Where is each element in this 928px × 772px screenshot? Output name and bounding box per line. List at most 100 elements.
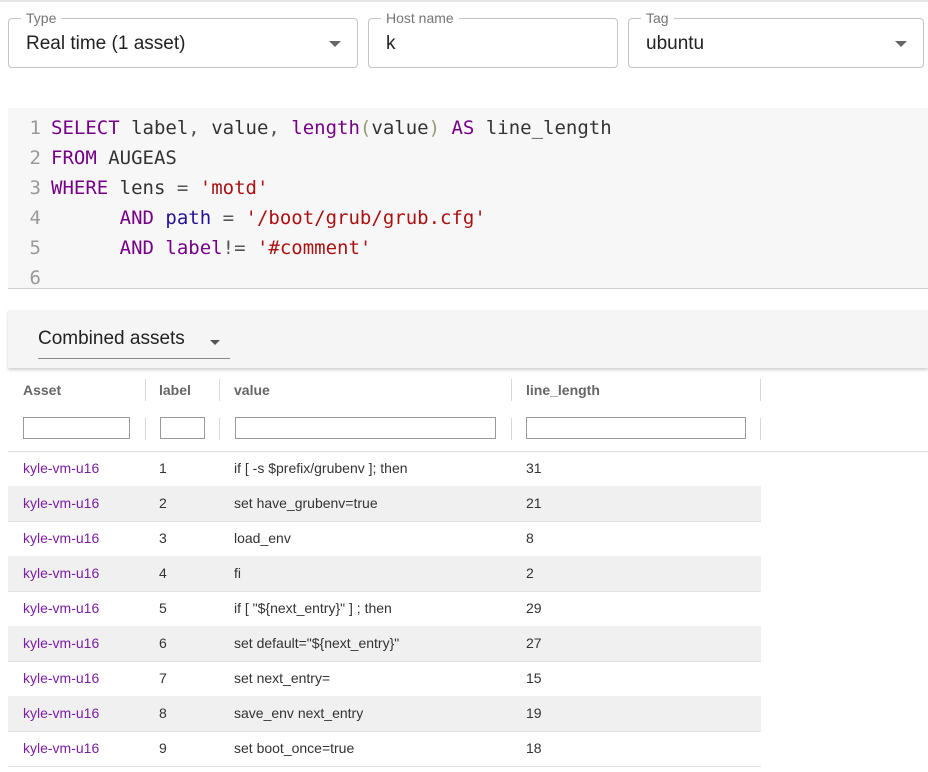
- code-token: (: [359, 117, 372, 139]
- line-number: 3: [29, 177, 41, 199]
- cell-line-length: 8: [526, 530, 534, 546]
- code-line[interactable]: 3 WHERE lens = 'motd': [8, 173, 928, 203]
- cell-asset[interactable]: kyle-vm-u16: [23, 486, 99, 520]
- cell-line-length: 21: [526, 495, 542, 511]
- code-token: path: [165, 207, 212, 229]
- code-token: ,: [188, 117, 212, 139]
- code-token: value: [211, 117, 269, 139]
- table-row[interactable]: kyle-vm-u16 5 if [ "${next_entry}" ] ; the…: [8, 591, 761, 627]
- column-header-line-length[interactable]: line_length: [526, 372, 600, 408]
- code-text: FROM AUGEAS: [51, 143, 177, 173]
- code-token: =: [176, 177, 189, 199]
- cell-line-length: 27: [526, 635, 542, 651]
- code-token: length: [291, 117, 360, 139]
- type-value: Real time (1 asset): [26, 33, 186, 54]
- filter-input-line-length[interactable]: [526, 417, 746, 439]
- cell-asset[interactable]: kyle-vm-u16: [23, 696, 99, 730]
- table-row[interactable]: kyle-vm-u16 8 save_env next_entry 19: [8, 696, 761, 732]
- code-line[interactable]: 2 FROM AUGEAS: [8, 143, 928, 173]
- tag-select[interactable]: Tag ubuntu: [628, 10, 924, 68]
- cell-value: if [ "${next_entry}" ] ; then: [234, 600, 392, 616]
- filter-input-asset[interactable]: [23, 417, 130, 439]
- column-divider: [219, 418, 220, 440]
- code-token: lens: [108, 177, 177, 199]
- table-row[interactable]: kyle-vm-u16 9 set boot_once=true 18: [8, 731, 761, 767]
- code-line[interactable]: 6: [8, 263, 928, 289]
- line-number: 5: [29, 237, 41, 259]
- tag-label: Tag: [641, 10, 674, 26]
- column-divider[interactable]: [760, 379, 761, 401]
- column-divider: [145, 418, 146, 440]
- code-token: '#comment': [256, 237, 372, 259]
- code-token: AUGEAS: [96, 147, 177, 169]
- column-header-label[interactable]: label: [159, 372, 191, 408]
- cell-value: save_env next_entry: [234, 705, 364, 721]
- code-text: AND path = '/boot/grub/grub.cfg': [51, 203, 486, 233]
- chevron-down-icon[interactable]: [895, 41, 907, 47]
- cell-asset[interactable]: kyle-vm-u16: [23, 591, 99, 625]
- table-row[interactable]: kyle-vm-u16 3 load_env 8: [8, 521, 761, 557]
- host-name-field[interactable]: Host name k: [368, 10, 618, 68]
- code-token: =: [222, 207, 235, 229]
- code-token: value: [371, 117, 429, 139]
- column-header-value[interactable]: value: [234, 372, 270, 408]
- table-row[interactable]: kyle-vm-u16 7 set next_entry= 15: [8, 661, 761, 697]
- cell-asset[interactable]: kyle-vm-u16: [23, 451, 99, 485]
- column-divider[interactable]: [511, 379, 512, 401]
- code-line[interactable]: 1 SELECT label, value, length(value) AS l…: [8, 113, 928, 143]
- column-divider[interactable]: [145, 379, 146, 401]
- code-token: AND: [119, 207, 154, 229]
- asset-scope-select[interactable]: Combined assets: [38, 326, 230, 359]
- chevron-down-icon[interactable]: [210, 340, 220, 345]
- table-row[interactable]: kyle-vm-u16 2 set have_grubenv=true 21: [8, 486, 761, 522]
- chevron-down-icon[interactable]: [329, 41, 341, 47]
- cell-value: fi: [234, 565, 241, 581]
- column-header-asset[interactable]: Asset: [23, 372, 61, 408]
- sql-editor[interactable]: 1 SELECT label, value, length(value) AS l…: [8, 108, 928, 289]
- code-token: FROM: [51, 147, 97, 169]
- column-divider: [511, 418, 512, 440]
- filter-input-label[interactable]: [160, 417, 205, 439]
- cell-asset[interactable]: kyle-vm-u16: [23, 521, 99, 555]
- code-token: !=: [222, 237, 246, 259]
- cell-value: set have_grubenv=true: [234, 495, 378, 511]
- cell-value: set boot_once=true: [234, 740, 355, 756]
- column-filter-row: [8, 408, 928, 452]
- cell-label: 8: [159, 705, 167, 721]
- cell-line-length: 2: [526, 565, 534, 581]
- code-line[interactable]: 5 AND label!= '#comment': [8, 233, 928, 263]
- cell-asset[interactable]: kyle-vm-u16: [23, 661, 99, 695]
- column-divider[interactable]: [219, 379, 220, 401]
- line-number: 6: [29, 267, 41, 289]
- cell-value: set next_entry=: [234, 670, 331, 686]
- code-token: '/boot/grub/grub.cfg': [245, 207, 486, 229]
- cell-label: 9: [159, 740, 167, 756]
- cell-asset[interactable]: kyle-vm-u16: [23, 731, 99, 765]
- type-select[interactable]: Type Real time (1 asset): [8, 10, 358, 68]
- line-number: 2: [29, 147, 41, 169]
- code-token: ): [428, 117, 441, 139]
- table-header: Asset label value line_length: [8, 372, 761, 408]
- results-toolbar: Combined assets: [8, 310, 928, 368]
- cell-asset[interactable]: kyle-vm-u16: [23, 626, 99, 660]
- cell-label: 4: [159, 565, 167, 581]
- filter-input-value[interactable]: [235, 417, 496, 439]
- cell-label: 7: [159, 670, 167, 686]
- host-name-input[interactable]: k: [386, 32, 396, 56]
- table-row[interactable]: kyle-vm-u16 1 if [ -s $prefix/grubenv ]; t…: [8, 451, 761, 487]
- code-line[interactable]: 4 AND path = '/boot/grub/grub.cfg': [8, 203, 928, 233]
- table-row[interactable]: kyle-vm-u16 4 fi 2: [8, 556, 761, 592]
- cell-line-length: 19: [526, 705, 542, 721]
- cell-asset[interactable]: kyle-vm-u16: [23, 556, 99, 590]
- cell-label: 2: [159, 495, 167, 511]
- table-row[interactable]: kyle-vm-u16 6 set default="${next_entry}" 2…: [8, 626, 761, 662]
- column-divider: [760, 418, 761, 440]
- code-token: WHERE: [51, 177, 109, 199]
